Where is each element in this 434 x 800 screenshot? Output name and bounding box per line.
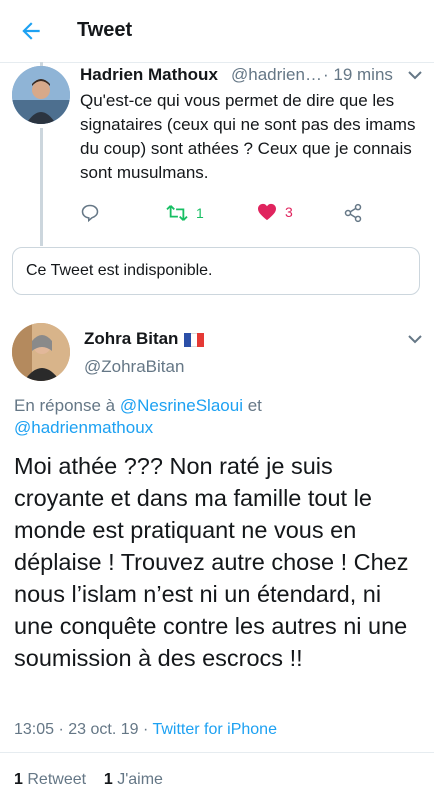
in-reply-to: En réponse à @NesrineSlaoui et @hadrienm… bbox=[14, 395, 414, 439]
retweet-icon bbox=[166, 205, 188, 221]
retweet-total: 1 bbox=[14, 771, 23, 788]
tweet-text: Moi athée ??? Non raté je suis croyante … bbox=[14, 453, 409, 671]
like-button[interactable]: 3 bbox=[257, 203, 293, 221]
mention-link[interactable]: @NesrineSlaoui bbox=[120, 396, 243, 415]
retweet-button[interactable]: 1 bbox=[166, 203, 204, 223]
retweet-label: Retweet bbox=[27, 771, 87, 788]
share-button[interactable] bbox=[343, 203, 363, 223]
retweet-count: 1 bbox=[196, 205, 204, 221]
avatar[interactable] bbox=[12, 323, 70, 381]
like-label: J'aime bbox=[117, 771, 163, 788]
share-icon bbox=[344, 203, 362, 223]
author-name[interactable]: Hadrien Mathoux bbox=[80, 65, 218, 85]
reply-icon bbox=[81, 204, 99, 223]
unavailable-tweet-box: Ce Tweet est indisponible. bbox=[12, 247, 420, 295]
in-reply-prefix: En réponse à bbox=[14, 396, 116, 415]
author-handle[interactable]: @ZohraBitan bbox=[84, 357, 184, 377]
divider bbox=[0, 752, 434, 753]
tweet-source-link[interactable]: Twitter for iPhone bbox=[152, 721, 277, 738]
tweet-meta: 13:05 · 23 oct. 19 · Twitter for iPhone bbox=[14, 721, 277, 739]
avatar[interactable] bbox=[12, 66, 70, 124]
tweet-timestamp: 13:05 · 23 oct. 19 · bbox=[14, 721, 149, 738]
thread-line bbox=[40, 128, 43, 246]
back-arrow-icon[interactable] bbox=[18, 18, 44, 44]
tweet-stats: 1 Retweet 1 J'aime bbox=[14, 771, 163, 789]
like-count: 3 bbox=[285, 204, 293, 220]
retweets-stat[interactable]: 1 Retweet bbox=[14, 771, 86, 788]
france-flag-icon bbox=[184, 333, 205, 347]
likes-stat[interactable]: 1 J'aime bbox=[104, 771, 163, 788]
in-reply-and: et bbox=[247, 396, 262, 415]
page-title: Tweet bbox=[77, 19, 133, 41]
author-handle[interactable]: @hadrienmathoux bbox=[231, 65, 326, 85]
top-bar: Tweet bbox=[0, 0, 434, 63]
like-total: 1 bbox=[103, 771, 113, 788]
chevron-down-icon[interactable] bbox=[408, 334, 422, 344]
reply-button[interactable] bbox=[80, 203, 100, 223]
unavailable-text: Ce Tweet est indisponible. bbox=[26, 262, 213, 279]
chevron-down-icon[interactable] bbox=[408, 70, 422, 80]
heart-icon bbox=[258, 203, 276, 221]
mention-link[interactable]: @hadrienmathoux bbox=[14, 418, 153, 437]
author-name[interactable]: Zohra Bitan bbox=[84, 329, 178, 349]
tweet-text: Qu'est-ce qui vous permet de dire que le… bbox=[80, 91, 416, 182]
tweet-time: · 19 mins bbox=[323, 65, 393, 84]
